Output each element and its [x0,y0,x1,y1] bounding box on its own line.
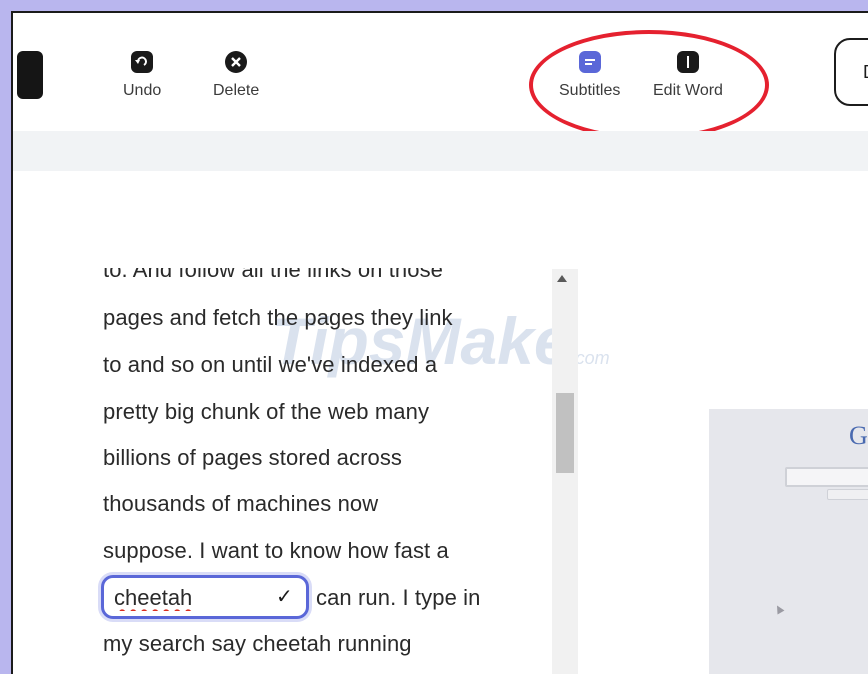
transcript-line[interactable]: pages and fetch the pages they link [103,305,453,331]
transcript-line[interactable]: thousands of machines now [103,491,378,517]
subtitles-icon [578,51,601,73]
right-action-button[interactable]: D [834,38,868,106]
side-panel-toggle[interactable] [17,51,43,99]
word-edit-field[interactable]: ✓ [101,575,309,619]
transcript-line[interactable]: suppose. I want to know how fast a [103,538,449,564]
subtitles-button[interactable]: Subtitles [559,51,620,100]
edit-word-button[interactable]: Edit Word [653,51,723,100]
transcript-line[interactable]: my search say cheetah running [103,631,412,657]
scrollbar-thumb[interactable] [556,393,574,473]
timeline-strip [13,131,868,171]
video-search-button [827,489,868,500]
undo-icon [131,51,154,73]
app-window: Undo Delete Subtitles Edit Word TipsMake… [11,11,868,674]
delete-icon [225,51,248,73]
transcript-line[interactable]: billions of pages stored across [103,445,402,471]
undo-button[interactable]: Undo [123,51,161,100]
scroll-up-icon[interactable] [557,275,567,282]
mouse-cursor-icon [773,603,785,615]
transcript-line[interactable]: pretty big chunk of the web many [103,399,429,425]
transcript-line[interactable]: can run. I type in [316,585,480,611]
word-edit-input[interactable] [114,585,264,611]
toolbar: Undo Delete Subtitles Edit Word [13,13,868,131]
subtitles-label: Subtitles [559,82,621,99]
text-cursor-icon [676,51,699,73]
video-logo-letter: G [849,421,868,450]
transcript-line[interactable]: to. And follow all the links on those [103,268,443,283]
check-icon[interactable]: ✓ [276,584,293,609]
delete-button[interactable]: Delete [213,51,259,100]
edit-word-label: Edit Word [653,82,723,99]
undo-label: Undo [123,82,162,99]
video-search-box [785,467,868,487]
transcript-line[interactable]: to and so on until we've indexed a [103,352,437,378]
video-preview[interactable]: G [709,409,868,674]
right-action-label: D [863,62,868,83]
delete-label: Delete [213,82,260,99]
